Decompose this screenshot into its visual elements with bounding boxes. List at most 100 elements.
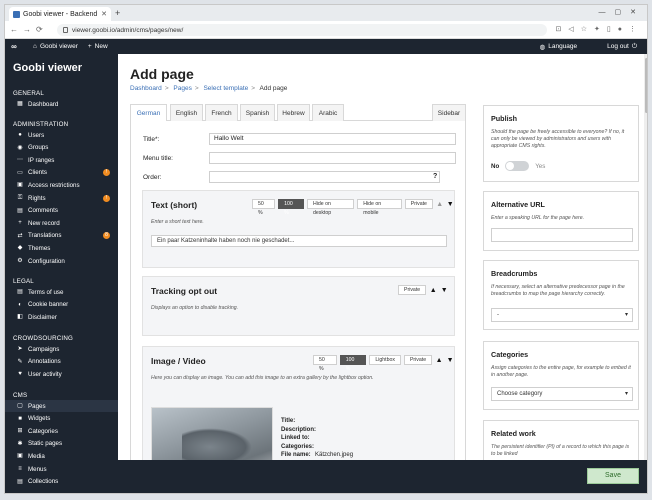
hide-on-desktop-button[interactable]: Hide on desktop — [306, 199, 355, 216]
tab-german[interactable]: German — [130, 104, 167, 122]
sidebar-item-categories[interactable]: ⊞ Categories — [5, 425, 118, 437]
toggle-no-label: No — [491, 162, 500, 170]
sidebar-item-static-pages[interactable]: ✱ Static pages — [5, 438, 118, 450]
alternative-url-input[interactable] — [491, 228, 633, 242]
tab-english[interactable]: English — [170, 104, 203, 121]
tab-sidebar[interactable]: Sidebar — [432, 104, 466, 121]
breadcrumb-dashboard[interactable]: Dashboard — [130, 85, 162, 92]
sidebar-item-users[interactable]: ● Users — [5, 129, 118, 141]
page-editor-panel: Title*: Hallo Welt Menu title: Order: ? … — [130, 121, 466, 493]
sidebar-item-clients[interactable]: ▭ Clients! — [5, 167, 118, 179]
sidebar-item-translations[interactable]: ⇄ Translations 8 — [5, 230, 118, 242]
move-up-icon[interactable]: ▲ — [436, 201, 444, 208]
home-link[interactable]: ⌂ Goobi viewer — [33, 43, 78, 50]
plus-icon: + — [18, 220, 22, 227]
width-50-button[interactable]: 50 % — [313, 355, 337, 372]
publish-toggle[interactable]: No Yes — [491, 161, 545, 171]
url-input[interactable]: viewer.goobi.io/admin/cms/pages/new/ — [57, 24, 547, 36]
browser-nav-icons[interactable]: ←→⟳ — [10, 25, 48, 34]
width-100-button[interactable]: 100 % — [278, 199, 304, 216]
browser-tab[interactable]: Goobi viewer - Backend ✕ — [9, 7, 111, 21]
sidebar-item-user-activity[interactable]: ♥ User activity — [5, 368, 118, 380]
sidebar-item-groups[interactable]: ◉ Groups — [5, 142, 118, 154]
language-menu[interactable]: ◍ Language — [540, 43, 578, 51]
component-description: Enter a short text here. — [151, 219, 204, 225]
extension-icons[interactable]: ⊡◁☆✦▯●⋮ — [556, 25, 643, 33]
goobi-logo-icon[interactable]: ∞ — [5, 42, 23, 51]
hide-on-mobile-button[interactable]: Hide on mobile — [357, 199, 402, 216]
short-text-input[interactable]: Ein paar Katzeninhalte haben noch nie ge… — [151, 235, 447, 247]
width-50-button[interactable]: 50 % — [252, 199, 276, 216]
sidebar-item-label: Groups — [28, 144, 49, 152]
sidebar-item-comments[interactable]: ▤ Comments — [5, 205, 118, 217]
private-button[interactable]: Private — [404, 199, 433, 209]
page-scrollbar[interactable] — [644, 54, 647, 460]
order-input[interactable] — [209, 171, 440, 183]
meta-key: Description: — [281, 426, 317, 433]
cookie-icon: ◐ — [18, 301, 22, 308]
toggle-switch[interactable] — [505, 161, 530, 171]
sidebar-item-new-record[interactable]: + New record — [5, 217, 118, 229]
sidebar-item-disclaimer[interactable]: ◧ Disclaimer — [5, 311, 118, 323]
save-button[interactable]: Save — [587, 468, 639, 484]
window-controls[interactable]: —▢✕ — [599, 8, 645, 16]
private-button[interactable]: Private — [403, 355, 433, 365]
sidebar-item-cookie-banner[interactable]: ◐ Cookie banner — [5, 299, 118, 311]
move-up-icon[interactable]: ▲ — [429, 287, 437, 294]
sidebar-item-pages[interactable]: ▢ Pages — [5, 400, 118, 412]
plus-icon: + — [87, 43, 92, 50]
title-input[interactable]: Hallo Welt — [209, 133, 456, 145]
sidebar-item-widgets[interactable]: ■ Widgets — [5, 413, 118, 425]
sidebar-item-dashboard[interactable]: ▦ Dashboard — [5, 98, 118, 110]
activity-icon: ♥ — [18, 371, 22, 378]
sidebar-item-ip-ranges[interactable]: ⋯ IP ranges — [5, 154, 118, 166]
help-icon[interactable]: ? — [433, 173, 437, 180]
private-button[interactable]: Private — [398, 285, 427, 295]
move-down-icon[interactable]: ▼ — [446, 201, 454, 208]
comment-icon: ▤ — [17, 207, 23, 214]
app-topbar: ∞ ⌂ Goobi viewer + New ◍ Language Log out ⏻ — [5, 39, 647, 54]
card-title: Related work — [491, 429, 536, 438]
breadcrumbs-select[interactable]: - ▾ — [491, 308, 633, 322]
breadcrumb-select-template[interactable]: Select template — [203, 85, 248, 92]
tab-french[interactable]: French — [205, 104, 238, 121]
sidebar-item-access-restrictions[interactable]: ▣ Access restrictions — [5, 179, 118, 191]
meta-value: Kätzchen.jpeg — [315, 452, 354, 458]
media-icon: ▣ — [17, 453, 23, 460]
sidebar-item-media[interactable]: ▣ Media — [5, 450, 118, 462]
move-up-icon[interactable]: ▲ — [435, 357, 443, 364]
card-title: Publish — [491, 114, 517, 123]
translate-icon: ⇄ — [17, 232, 23, 239]
close-tab-icon[interactable]: ✕ — [101, 10, 107, 18]
tab-spanish[interactable]: Spanish — [240, 104, 275, 121]
lightbox-button[interactable]: Lightbox — [369, 355, 401, 365]
breadcrumb-pages[interactable]: Pages — [173, 85, 191, 92]
new-tab-icon[interactable]: + — [115, 8, 120, 18]
sidebar-item-rights[interactable]: ⚿ Rights! — [5, 192, 118, 204]
tab-arabic[interactable]: Arabic — [312, 104, 344, 121]
move-down-icon[interactable]: ▼ — [446, 357, 454, 364]
meta-row: Linked to: — [281, 434, 353, 443]
sidebar-item-terms-of-use[interactable]: ▤ Terms of use — [5, 286, 118, 298]
publish-card: Publish Should the page be freely access… — [483, 105, 639, 182]
sidebar-item-annotations[interactable]: ✎ Annotations — [5, 356, 118, 368]
categories-select[interactable]: Choose category ▾ — [491, 387, 633, 401]
move-down-icon[interactable]: ▼ — [440, 287, 448, 294]
menu-title-input[interactable] — [209, 152, 456, 164]
category-icon: ⊞ — [17, 428, 23, 435]
sidebar-item-collections[interactable]: ▤ Collections — [5, 476, 118, 488]
sidebar-brand: Goobi viewer — [13, 62, 83, 74]
sidebar-item-themes[interactable]: ◆ Themes — [5, 242, 118, 254]
select-value: Choose category — [497, 391, 543, 397]
sidebar-item-label: Themes — [28, 244, 51, 252]
sidebar-item-menus[interactable]: ≡ Menus — [5, 463, 118, 475]
sidebar-item-campaigns[interactable]: ➤ Campaigns — [5, 343, 118, 355]
width-100-button[interactable]: 100 % — [339, 355, 367, 372]
sidebar-item-configuration[interactable]: ⚙ Configuration — [5, 255, 118, 267]
order-label: Order: — [143, 174, 162, 181]
logout-button[interactable]: Log out ⏻ — [607, 43, 637, 51]
tab-hebrew[interactable]: Hebrew — [277, 104, 310, 121]
new-menu[interactable]: + New — [88, 43, 108, 50]
component-toolbar: 50 % 100 % Hide on desktop Hide on mobil… — [252, 199, 454, 216]
scrollbar-thumb[interactable] — [645, 58, 647, 113]
